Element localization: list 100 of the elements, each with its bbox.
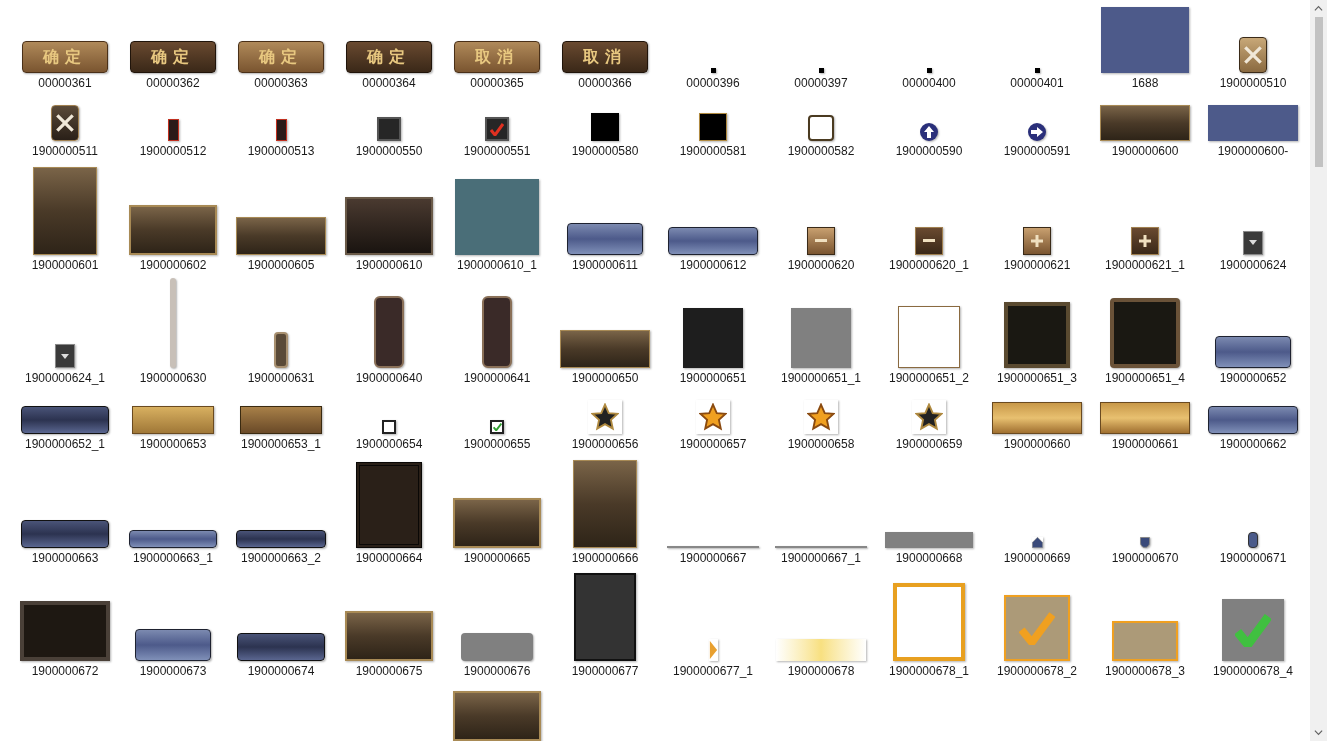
file-name[interactable]: 1900000652_1	[24, 437, 106, 452]
checkbox-graphic	[382, 420, 396, 434]
scroll-thumb[interactable]	[1314, 17, 1323, 167]
file-name[interactable]: 1900000651_1	[780, 371, 862, 387]
file-name[interactable]: 1900000661	[1111, 437, 1179, 452]
file-name[interactable]: 1900000513	[247, 144, 315, 160]
file-name[interactable]: 1900000677_1	[672, 664, 754, 679]
file-name[interactable]: 1900000675	[355, 664, 423, 679]
file-name[interactable]: 1900000670	[1111, 550, 1179, 566]
file-name[interactable]: 1900000676	[463, 664, 531, 679]
check-icon	[1019, 611, 1055, 645]
file-name[interactable]: 1900000655	[463, 437, 531, 452]
file-name[interactable]: 1900000512	[139, 144, 207, 160]
frame-graphic	[808, 115, 834, 142]
file-name[interactable]: 1900000620	[787, 257, 855, 273]
file-name[interactable]: 1900000600	[1111, 144, 1179, 160]
file-name[interactable]: 1900000668	[895, 550, 963, 566]
file-name[interactable]: 1900000600-	[1217, 144, 1289, 160]
file-name[interactable]: 00000396	[686, 76, 740, 92]
arrow-right-icon	[1031, 127, 1043, 138]
square-graphic	[591, 113, 619, 142]
file-name[interactable]: 1900000582	[787, 144, 855, 160]
file-name[interactable]: 1900000663_2	[240, 550, 322, 566]
file-name[interactable]: 1900000551	[463, 144, 531, 160]
file-name[interactable]: 1900000602	[139, 257, 207, 273]
file-name[interactable]: 1900000591	[1003, 144, 1071, 160]
file-name[interactable]: 1900000630	[139, 371, 207, 387]
file-name[interactable]: 1688	[1131, 76, 1159, 92]
play-icon	[708, 640, 718, 660]
file-name[interactable]: 1900000653_1	[240, 437, 322, 452]
file-name[interactable]: 1900000631	[247, 371, 315, 387]
minus-icon	[815, 239, 827, 243]
file-name[interactable]: 00000366	[578, 76, 632, 92]
file-name[interactable]: 1900000673	[139, 664, 207, 679]
file-name[interactable]: 1900000678_4	[1212, 664, 1294, 679]
file-name[interactable]: 1900000652	[1219, 371, 1287, 387]
file-name[interactable]: 1900000664	[355, 550, 423, 566]
file-name[interactable]: 1900000660	[1003, 437, 1071, 452]
scrollbar[interactable]	[1310, 0, 1327, 741]
file-name[interactable]: 1900000611	[572, 257, 638, 273]
file-name[interactable]: 1900000667_1	[780, 550, 862, 566]
file-name[interactable]: 1900000678_1	[888, 664, 970, 679]
file-name[interactable]: 00000364	[362, 76, 416, 92]
file-name[interactable]: 00000397	[794, 76, 848, 92]
file-name[interactable]: 1900000665	[463, 550, 531, 566]
button-label: 确定	[259, 49, 303, 66]
scroll-up-icon[interactable]	[1314, 4, 1323, 13]
file-name[interactable]: 1900000667	[679, 550, 747, 566]
file-name[interactable]: 1900000663	[31, 550, 99, 566]
file-name[interactable]: 1900000621_1	[1104, 257, 1186, 273]
file-name[interactable]: 1900000651_4	[1104, 371, 1186, 387]
scroll-down-icon[interactable]	[1314, 728, 1323, 737]
file-name[interactable]: 1900000654	[355, 437, 423, 452]
file-name[interactable]: 00000363	[254, 76, 308, 92]
file-name[interactable]: 1900000651	[679, 371, 747, 387]
file-name[interactable]: 1900000550	[355, 144, 423, 160]
file-name[interactable]: 00000361	[38, 76, 92, 92]
file-name[interactable]: 1900000612	[679, 257, 747, 273]
file-name[interactable]: 1900000659	[895, 437, 963, 452]
file-name[interactable]: 1900000650	[571, 371, 639, 387]
frame-graphic	[1110, 298, 1180, 369]
file-name[interactable]: 1900000610_1	[456, 257, 538, 273]
file-name[interactable]: 1900000580	[571, 144, 639, 160]
file-name[interactable]: 1900000678_3	[1104, 664, 1186, 679]
file-name[interactable]: 00000362	[146, 76, 200, 92]
file-name[interactable]: 00000401	[1010, 76, 1064, 92]
file-name[interactable]: 1900000511	[32, 144, 98, 160]
file-name[interactable]: 1900000671	[1219, 550, 1287, 566]
file-name[interactable]: 1900000590	[895, 144, 963, 160]
check-icon	[490, 122, 504, 136]
file-name[interactable]: 1900000640	[355, 371, 423, 387]
file-name[interactable]: 1900000672	[31, 664, 99, 679]
file-name[interactable]: 1900000651_3	[996, 371, 1078, 387]
file-name[interactable]: 1900000621	[1003, 257, 1071, 273]
file-name[interactable]: 1900000653	[139, 437, 207, 452]
scroll-thumb-graphic	[274, 332, 288, 369]
file-name[interactable]: 1900000620_1	[888, 257, 970, 273]
file-name[interactable]: 00000365	[470, 76, 524, 92]
file-name[interactable]: 1900000510	[1219, 76, 1287, 92]
file-name[interactable]: 1900000669	[1003, 550, 1071, 566]
file-name[interactable]: 1900000651_2	[888, 371, 970, 387]
file-name[interactable]: 1900000641	[463, 371, 531, 387]
file-name[interactable]: 1900000674	[247, 664, 315, 679]
file-name[interactable]: 1900000605	[247, 257, 315, 273]
button-label: 取消	[475, 49, 519, 66]
file-name[interactable]: 1900000666	[571, 550, 639, 566]
file-name[interactable]: 1900000656	[571, 437, 639, 452]
file-name[interactable]: 1900000624_1	[24, 371, 106, 387]
file-name[interactable]: 1900000678	[787, 664, 855, 679]
file-name[interactable]: 1900000658	[787, 437, 855, 452]
file-name[interactable]: 1900000677	[571, 664, 639, 679]
file-name[interactable]: 1900000610	[355, 257, 423, 273]
file-name[interactable]: 1900000663_1	[132, 550, 214, 566]
file-name[interactable]: 1900000662	[1219, 437, 1287, 452]
file-name[interactable]: 1900000601	[31, 257, 99, 273]
file-name[interactable]: 1900000581	[679, 144, 747, 160]
file-name[interactable]: 1900000657	[679, 437, 747, 452]
file-name[interactable]: 1900000678_2	[996, 664, 1078, 679]
file-name[interactable]: 1900000624	[1219, 257, 1287, 273]
file-name[interactable]: 00000400	[902, 76, 956, 92]
